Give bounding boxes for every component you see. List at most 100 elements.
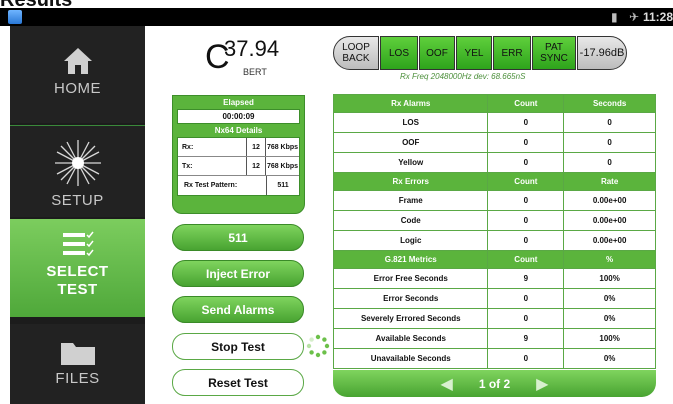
table-row: Yellow 0 0: [332, 152, 656, 173]
alarm-err: ERR: [493, 36, 531, 70]
nav-files[interactable]: FILES: [10, 324, 145, 404]
table-row: Error Free Seconds 9 100%: [332, 268, 656, 289]
table-cell: 0: [563, 112, 656, 133]
table-cell: Logic: [332, 230, 489, 251]
tx-row: Tx: 12 768 Kbps: [178, 157, 299, 176]
pattern-label: Rx Test Pattern:: [184, 182, 238, 189]
nx64-header: Nx64 Details: [214, 126, 263, 135]
table-cell: 0: [487, 152, 565, 173]
elapsed-panel: Elapsed 00:00:09 Nx64 Details Rx: 12 768…: [172, 95, 305, 214]
table-cell: 0.00e+00: [563, 230, 656, 251]
table-header-rx-errors: Rx Errors Count Rate: [332, 172, 656, 191]
table-cell: 0: [487, 210, 565, 231]
table-header-rx-alarms: Rx Alarms Count Seconds: [332, 94, 656, 113]
rx-row: Rx: 12 768 Kbps: [178, 138, 299, 157]
table-row: Logic 0 0.00e+00: [332, 230, 656, 251]
table-cell: Yellow: [332, 152, 489, 173]
rx-slots: 12: [246, 138, 266, 156]
alarm-yel: YEL: [456, 36, 492, 70]
table-cell: 0.00e+00: [563, 210, 656, 231]
status-icons: ▮ ✈: [603, 10, 639, 24]
elapsed-header: Elapsed: [223, 98, 254, 107]
tx-slots: 12: [246, 157, 266, 175]
table-row: Frame 0 0.00e+00: [332, 190, 656, 211]
loop-back-label-1: LOOP: [342, 42, 370, 53]
pattern-row: Rx Test Pattern: 511: [178, 176, 299, 195]
sidebar: HOME SETUP SELECT TEST FILES: [10, 26, 145, 404]
send-alarms-button[interactable]: Send Alarms: [172, 296, 304, 323]
table-cell: 100%: [563, 328, 656, 349]
table-cell: Error Free Seconds: [332, 268, 489, 289]
table-header-cell: %: [563, 250, 656, 269]
home-icon: [63, 48, 92, 74]
alarm-pat-sync: PAT SYNC: [532, 36, 576, 70]
reset-test-button[interactable]: Reset Test: [172, 369, 304, 396]
table-pager: ◀ 1 of 2 ▶: [333, 370, 656, 397]
table-header-cell: G.821 Metrics: [332, 250, 489, 269]
table-cell: 100%: [563, 268, 656, 289]
table-cell: 0.00e+00: [563, 190, 656, 211]
pattern-button[interactable]: 511: [172, 224, 304, 251]
stop-test-button[interactable]: Stop Test: [172, 333, 304, 360]
table-cell: 0: [487, 288, 565, 309]
table-header-cell: Seconds: [563, 94, 656, 113]
page-indicator: 1 of 2: [478, 376, 511, 391]
bert-value: 37.94: [224, 36, 280, 61]
table-row: OOF 0 0: [332, 132, 656, 153]
starburst-icon: [54, 140, 101, 186]
nav-select-label-2: TEST: [57, 281, 98, 298]
busy-spinner-icon: [306, 334, 330, 358]
table-row: Available Seconds 9 100%: [332, 328, 656, 349]
table-cell: 0: [487, 190, 565, 211]
table-cell: 9: [487, 328, 565, 349]
elapsed-time: 00:00:09: [177, 109, 300, 124]
table-cell: LOS: [332, 112, 489, 133]
nav-home-label: HOME: [54, 80, 101, 97]
table-header-cell: Count: [487, 172, 565, 191]
loop-back-label-2: BACK: [342, 53, 370, 64]
nav-files-label: FILES: [55, 370, 100, 387]
bert-label: BERT: [243, 67, 267, 77]
rx-label: Rx:: [182, 143, 194, 151]
nav-setup[interactable]: SETUP: [10, 125, 145, 217]
alarm-status-bar: LOOP BACK LOS OOF YEL ERR PAT SYNC -17.96…: [333, 36, 627, 70]
nav-select-label-1: SELECT: [46, 263, 109, 280]
inject-error-button[interactable]: Inject Error: [172, 260, 304, 287]
table-cell: 0%: [563, 348, 656, 369]
status-bar: ▮ ✈ 11:28: [0, 8, 673, 26]
table-cell: 0%: [563, 288, 656, 309]
nx64-details: Rx: 12 768 Kbps Tx: 12 768 Kbps Rx Test …: [177, 137, 300, 196]
table-cell: Code: [332, 210, 489, 231]
table-row: Error Seconds 0 0%: [332, 288, 656, 309]
prev-page-icon[interactable]: ◀: [441, 374, 453, 394]
nav-home[interactable]: HOME: [10, 26, 145, 123]
window-title: Results: [0, 0, 200, 8]
table-cell: 9: [487, 268, 565, 289]
table-cell: 0: [563, 152, 656, 173]
signal-level: -17.96dB: [577, 36, 627, 70]
folder-icon: [60, 343, 95, 365]
loop-back-button[interactable]: LOOP BACK: [333, 36, 379, 70]
table-cell: Unavailable Seconds: [332, 348, 489, 369]
table-header-cell: Count: [487, 250, 565, 269]
next-page-icon[interactable]: ▶: [536, 374, 548, 394]
table-cell: 0: [487, 348, 565, 369]
rx-rate: 768 Kbps: [266, 143, 299, 151]
table-header-cell: Rx Alarms: [332, 94, 489, 113]
table-header-cell: Rx Errors: [332, 172, 489, 191]
app-icon: [8, 10, 22, 24]
clock: 11:28: [643, 10, 673, 24]
table-cell: 0: [563, 132, 656, 153]
alarm-los: LOS: [380, 36, 418, 70]
table-cell: 0: [487, 308, 565, 329]
table-header-g821: G.821 Metrics Count %: [332, 250, 656, 269]
checklist-icon: [62, 231, 94, 257]
table-header-cell: Rate: [563, 172, 656, 191]
alarm-oof: OOF: [419, 36, 455, 70]
nav-select-test[interactable]: SELECT TEST: [10, 219, 145, 317]
table-cell: 0: [487, 230, 565, 251]
tx-rate: 768 Kbps: [266, 162, 299, 170]
table-row: LOS 0 0: [332, 112, 656, 133]
table-cell: OOF: [332, 132, 489, 153]
rx-frequency: Rx Freq 2048000Hz dev: 68.665nS: [400, 72, 526, 81]
